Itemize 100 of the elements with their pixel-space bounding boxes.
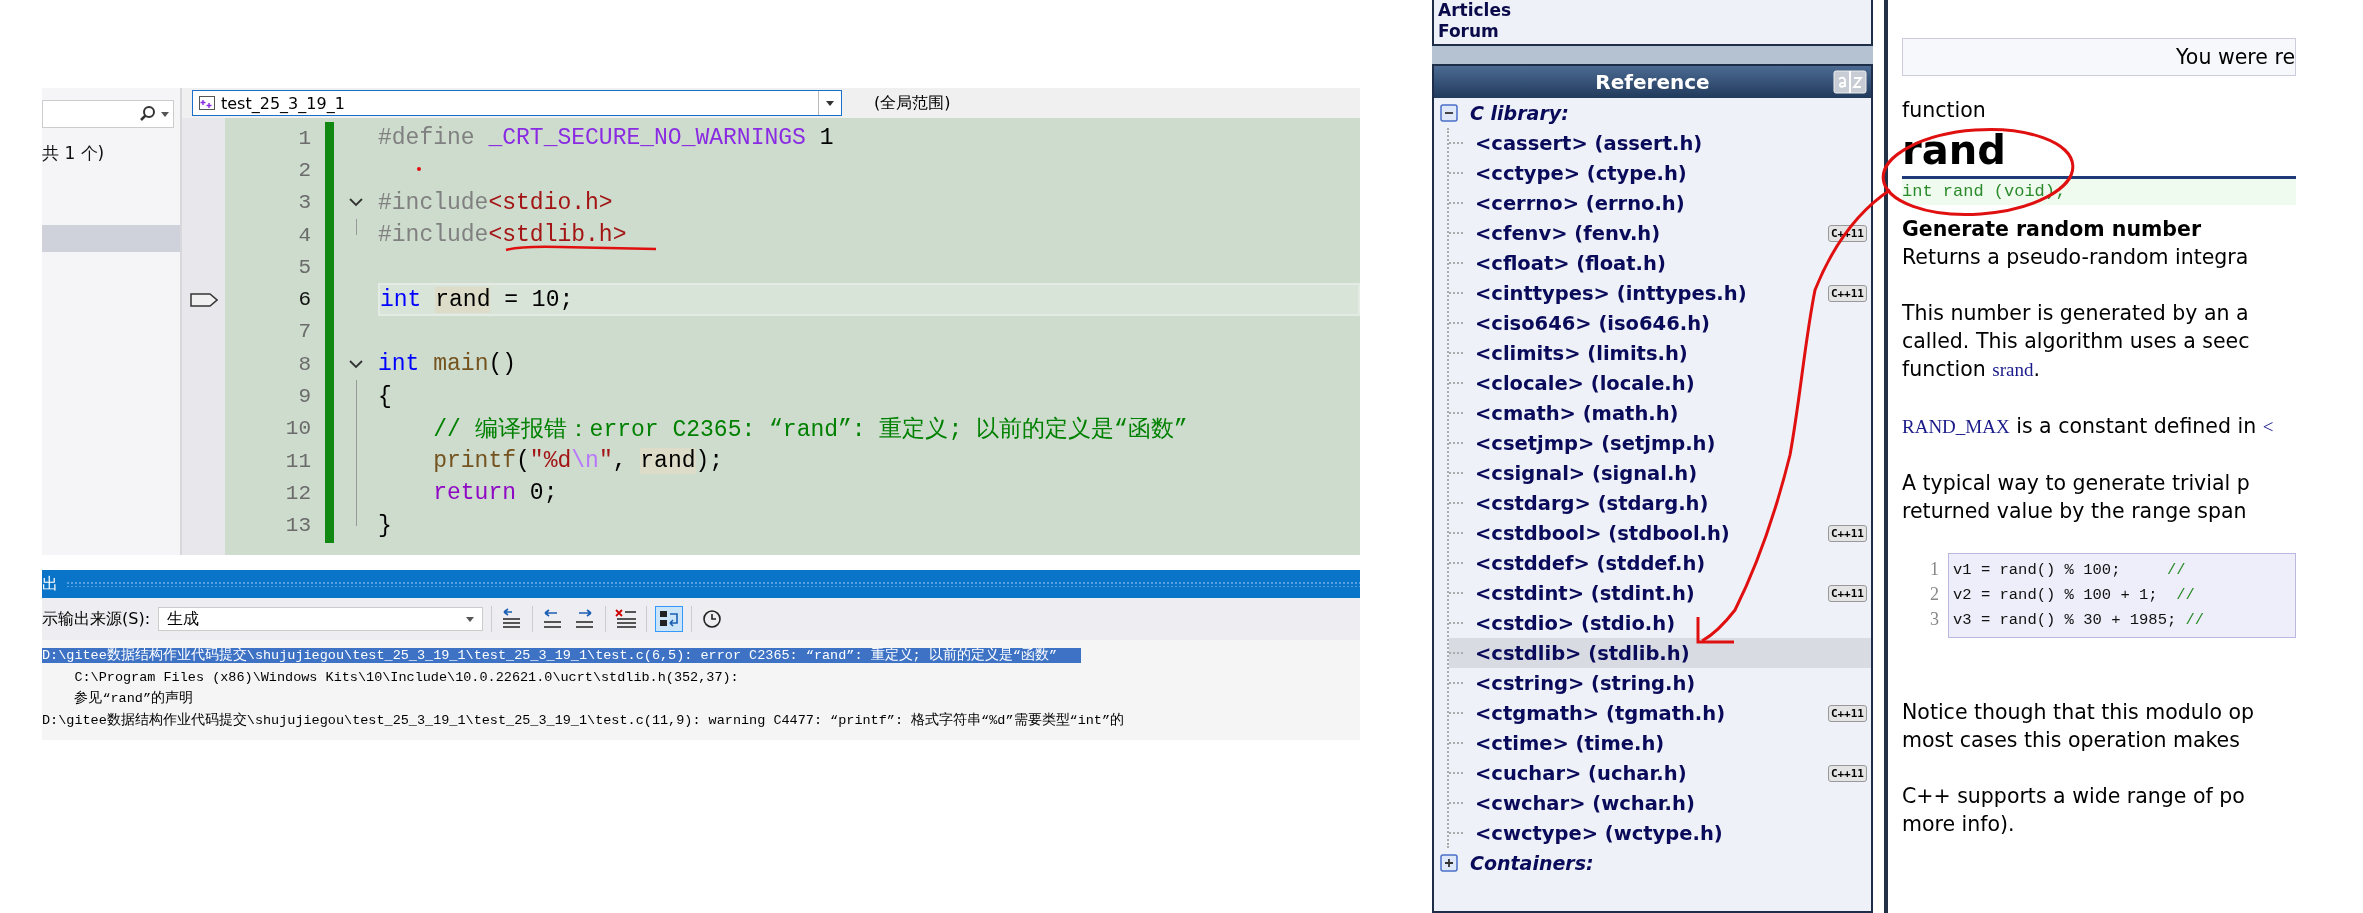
line-number: 2 xyxy=(297,157,312,184)
code-line: v3 = rand() % 30 + 1985; // xyxy=(1953,610,2206,631)
sort-icon[interactable] xyxy=(1833,69,1867,95)
paragraph-line: A typical way to generate trivial p xyxy=(1902,470,2251,497)
paragraph-line: function srand. xyxy=(1902,356,2041,383)
entry-kind: function xyxy=(1902,97,1987,124)
caret-icon xyxy=(826,100,834,106)
expand-icon[interactable] xyxy=(1440,854,1458,872)
line-number: 3 xyxy=(1930,608,1940,631)
version-badge: C++11 xyxy=(1827,524,1867,542)
category-label[interactable]: Containers: xyxy=(1470,852,1594,874)
category-label[interactable]: C library: xyxy=(1470,102,1569,124)
line-number: 12 xyxy=(284,480,312,507)
panel-title: 出 xyxy=(42,573,58,595)
result-count: 共 1 个) xyxy=(42,142,106,165)
header-link[interactable]: <cstring> (string.h) xyxy=(1475,671,1871,695)
code-line: int rand = 10; xyxy=(380,286,574,313)
search-field[interactable] xyxy=(42,100,174,128)
code-line: // 编译报错：error C2365: “rand”: 重定义; 以前的定义是“函数” xyxy=(432,415,1188,445)
header-link[interactable]: <cassert> (assert.h) xyxy=(1475,131,1871,155)
header-link[interactable]: <cwctype> (wctype.h) xyxy=(1475,821,1871,845)
line-number: 7 xyxy=(297,319,312,346)
subtitle: Generate random number xyxy=(1902,216,2203,243)
header-link[interactable]: <cctype> (ctype.h) xyxy=(1475,161,1871,185)
header-link[interactable]: <cinttypes> (inttypes.h) xyxy=(1475,281,1828,305)
code-line: v2 = rand() % 100 + 1; // xyxy=(1953,585,2196,606)
annotation-dot xyxy=(417,167,421,171)
code-line: { xyxy=(378,383,392,410)
version-badge: C++11 xyxy=(1827,704,1867,722)
line-number: 1 xyxy=(1930,558,1940,581)
search-icon xyxy=(139,105,157,123)
paragraph-line: most cases this operation makes xyxy=(1902,727,2241,754)
collapse-icon[interactable] xyxy=(349,359,363,369)
version-badge: C++11 xyxy=(1827,764,1867,782)
line-number: 3 xyxy=(297,190,312,217)
version-badge: C++11 xyxy=(1827,284,1867,302)
paragraph-line: C++ supports a wide range of po xyxy=(1902,783,2246,810)
header-link[interactable]: <cstdarg> (stdarg.h) xyxy=(1475,491,1871,515)
collapse-icon[interactable] xyxy=(1440,104,1458,122)
code-line: v1 = rand() % 100; // xyxy=(1953,560,2187,581)
nav-link[interactable]: Articles xyxy=(1438,0,1871,21)
line-number: 6 xyxy=(297,287,312,314)
code-line: #include<stdio.h> xyxy=(378,189,613,216)
code-line: return 0; xyxy=(432,480,558,507)
file-icon xyxy=(199,96,215,110)
line-number: 2 xyxy=(1930,583,1940,606)
header-link[interactable]: <csetjmp> (setjmp.h) xyxy=(1475,431,1871,455)
code-line: printf("%d\n", rand); xyxy=(432,448,724,475)
selected-row[interactable]: <cstdlib> (stdlib.h) xyxy=(1449,638,1871,668)
line-number: 13 xyxy=(284,513,312,540)
header-link[interactable]: <ctime> (time.h) xyxy=(1475,731,1871,755)
header-link[interactable]: <ctgmath> (tgmath.h) xyxy=(1475,701,1828,725)
clear-icon[interactable] xyxy=(614,608,639,630)
line-number: 1 xyxy=(297,125,312,152)
header-link[interactable]: <cstdbool> (stdbool.h) xyxy=(1475,521,1828,545)
header-link[interactable]: <cstddef> (stddef.h) xyxy=(1475,551,1871,575)
file-dropdown[interactable]: test_25_3_19_1 xyxy=(192,90,842,116)
line-number: 9 xyxy=(297,384,312,410)
paragraph-line: This number is generated by an a xyxy=(1902,300,2250,327)
word-wrap-toggle[interactable] xyxy=(655,606,684,632)
header-link[interactable]: <cstdio> (stdio.h) xyxy=(1475,611,1871,635)
header-link[interactable]: <climits> (limits.h) xyxy=(1475,341,1871,365)
header-link[interactable]: <cerrno> (errno.h) xyxy=(1475,191,1871,215)
nav-link[interactable]: Forum xyxy=(1438,21,1871,42)
output-line[interactable]: 参见“rand”的声明 xyxy=(42,691,217,706)
header-link[interactable]: <ciso646> (iso646.h) xyxy=(1475,311,1871,335)
line-number: 8 xyxy=(297,351,312,378)
paragraph-line: called. This algorithm uses a seec xyxy=(1902,328,2251,355)
header-link[interactable]: <csignal> (signal.h) xyxy=(1475,461,1871,485)
caret-icon[interactable] xyxy=(161,111,169,117)
version-badge: C++11 xyxy=(1827,584,1867,602)
scope-dropdown[interactable]: (全局范围) xyxy=(874,92,951,114)
line-number: 10 xyxy=(284,416,312,443)
header-link[interactable]: <cfenv> (fenv.h) xyxy=(1475,221,1828,245)
code-line: } xyxy=(378,512,392,539)
output-line[interactable]: D:\gitee数据结构作业代码提交\shujujiegou\test_25_3_19_1\test_25_3_19_1\test.c(11,9): warning C4477: “printf”: 格式字符串“%d”需要类型“int”的 xyxy=(42,712,1149,728)
caret-icon xyxy=(466,616,475,622)
line-number: 11 xyxy=(284,448,312,475)
paragraph-line: Returns a pseudo-random integra xyxy=(1902,244,2250,271)
collapse-icon[interactable] xyxy=(349,198,363,208)
header-link[interactable]: <cstdlib> (stdlib.h) xyxy=(1475,641,1871,665)
header-link[interactable]: <clocale> (locale.h) xyxy=(1475,371,1871,395)
header-link[interactable]: <cmath> (math.h) xyxy=(1475,401,1871,425)
source-label: 示输出来源(S): xyxy=(42,608,151,630)
source-dropdown[interactable]: 生成 xyxy=(158,607,484,631)
code-line: #define _CRT_SECURE_NO_WARNINGS 1 xyxy=(378,125,834,152)
panel-title: Reference xyxy=(1595,70,1710,94)
line-number: 5 xyxy=(297,254,312,281)
paragraph-line: more info). xyxy=(1902,811,2016,838)
page-title: rand xyxy=(1902,126,2007,175)
header-link[interactable]: <cstdint> (stdint.h) xyxy=(1475,581,1828,605)
output-line[interactable]: C:\Program Files (x86)\Windows Kits\10\Include\10.0.22621.0\ucrt\stdlib.h(352,37): xyxy=(42,669,763,685)
code-line: #include<stdlib.h> xyxy=(378,222,627,249)
notice-text: You were re xyxy=(2176,45,2295,69)
paragraph-line: Notice though that this modulo op xyxy=(1902,699,2255,726)
header-link[interactable]: <cwchar> (wchar.h) xyxy=(1475,791,1871,815)
paragraph-line: returned value by the range span xyxy=(1902,498,2248,525)
header-link[interactable]: <cfloat> (float.h) xyxy=(1475,251,1871,275)
code-line: int main() xyxy=(378,351,517,378)
header-link[interactable]: <cuchar> (uchar.h) xyxy=(1475,761,1828,785)
